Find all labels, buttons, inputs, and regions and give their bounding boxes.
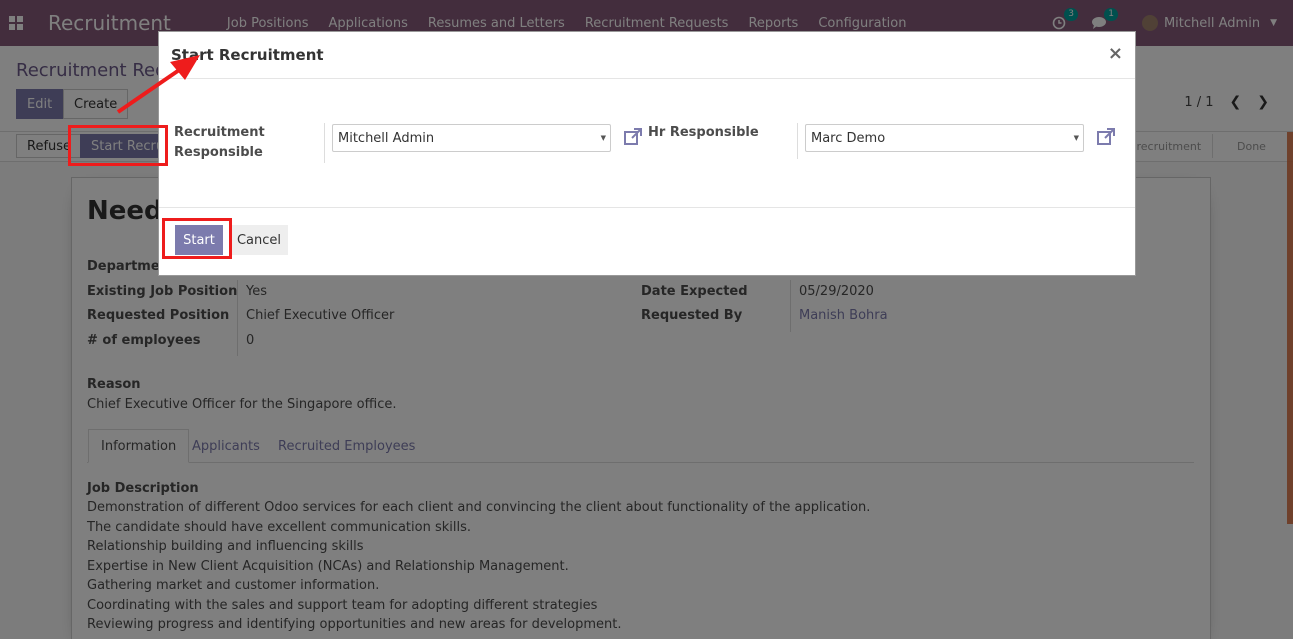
caret-down-icon: ▼ bbox=[1073, 134, 1079, 142]
recruitment-responsible-value: Mitchell Admin bbox=[338, 130, 435, 146]
dialog-header: Start Recruitment × bbox=[159, 32, 1135, 79]
cancel-button[interactable]: Cancel bbox=[230, 225, 288, 255]
close-icon[interactable]: × bbox=[1108, 43, 1123, 64]
start-recruitment-dialog: Start Recruitment × Recruitment Responsi… bbox=[158, 31, 1136, 276]
field-divider bbox=[324, 123, 325, 163]
external-link-icon[interactable] bbox=[623, 127, 643, 147]
field-divider bbox=[797, 123, 798, 159]
dialog-footer bbox=[159, 207, 1135, 275]
recruitment-responsible-label-1: Recruitment bbox=[174, 125, 265, 140]
caret-down-icon: ▼ bbox=[600, 134, 606, 142]
hr-responsible-label: Hr Responsible bbox=[648, 125, 759, 140]
recruitment-responsible-select[interactable]: Mitchell Admin ▼ bbox=[332, 124, 611, 152]
dialog-title: Start Recruitment bbox=[171, 46, 324, 64]
hr-responsible-select[interactable]: Marc Demo ▼ bbox=[805, 124, 1084, 152]
highlight-box-start bbox=[162, 218, 232, 259]
highlight-box-start-recruitment bbox=[68, 125, 168, 166]
external-link-icon[interactable] bbox=[1096, 127, 1116, 147]
hr-responsible-value: Marc Demo bbox=[811, 130, 886, 146]
recruitment-responsible-label-2: Responsible bbox=[174, 145, 263, 160]
